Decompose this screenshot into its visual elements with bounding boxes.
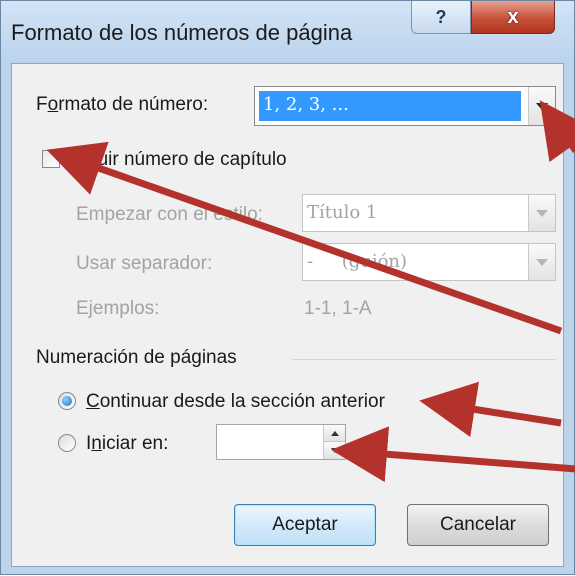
examples-value: 1-1, 1-A (304, 298, 372, 319)
group-divider (292, 359, 556, 360)
start-style-dropdown: Título 1 (302, 194, 556, 232)
spinner-buttons (323, 425, 345, 459)
separator-label: Usar separador: (76, 253, 213, 274)
page-numbering-group-label: Numeración de páginas (36, 347, 237, 368)
continue-radio[interactable] (58, 392, 76, 410)
dialog-body: Formato de número: 1, 2, 3, ... Incluir … (11, 63, 564, 567)
number-format-dropdown[interactable]: 1, 2, 3, ... (254, 86, 556, 126)
start-at-label[interactable]: Iniciar en: (86, 433, 168, 455)
title-bar[interactable]: Formato de los números de página ? x (1, 1, 574, 63)
start-at-spinner[interactable] (216, 424, 346, 460)
start-style-value: Título 1 (307, 202, 378, 223)
chevron-down-icon (528, 195, 555, 231)
spin-down-button[interactable] (324, 442, 345, 459)
separator-value: - (guión) (307, 251, 408, 272)
examples-label: Ejemplos: (76, 298, 160, 319)
chevron-down-icon[interactable] (528, 87, 555, 125)
radio-selected-dot (62, 396, 72, 406)
dialog-title: Formato de los números de página (11, 20, 353, 45)
include-chapter-checkbox[interactable] (42, 150, 60, 168)
start-style-label: Empezar con el estilo: (76, 204, 263, 225)
page-number-format-dialog: Formato de los números de página ? x For… (0, 0, 575, 575)
include-chapter-label[interactable]: Incluir número de capítulo (68, 149, 287, 171)
ok-button[interactable]: Aceptar (234, 504, 376, 546)
number-format-label: Formato de número: (36, 94, 209, 115)
continue-label[interactable]: Continuar desde la sección anterior (86, 391, 385, 413)
close-icon: x (507, 5, 519, 28)
help-button[interactable]: ? (411, 1, 471, 34)
close-button[interactable]: x (471, 1, 555, 34)
chevron-down-icon (528, 244, 555, 280)
arrow-up-icon (330, 430, 339, 436)
arrow-down-icon (330, 448, 339, 453)
spin-up-button[interactable] (324, 425, 345, 442)
help-icon: ? (435, 6, 447, 27)
number-format-value: 1, 2, 3, ... (263, 94, 349, 115)
cancel-button[interactable]: Cancelar (407, 504, 549, 546)
separator-dropdown: - (guión) (302, 243, 556, 281)
start-at-radio[interactable] (58, 434, 76, 452)
